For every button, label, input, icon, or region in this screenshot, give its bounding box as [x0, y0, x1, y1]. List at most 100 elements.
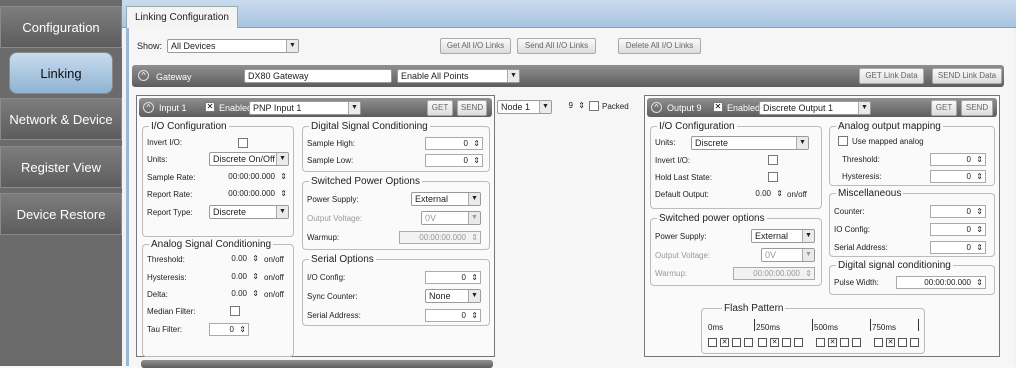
flash-slot[interactable]: [782, 338, 791, 347]
send-link-data-button[interactable]: SEND Link Data: [932, 68, 1002, 84]
hold-last-state-checkbox[interactable]: [768, 172, 778, 182]
median-filter-checkbox[interactable]: [230, 306, 240, 316]
flash-slot[interactable]: [840, 338, 849, 347]
output-type-select[interactable]: Discrete Output 1 ▼: [759, 101, 871, 115]
flash-slot[interactable]: [744, 338, 753, 347]
spinner-icon: ⇕: [471, 233, 478, 242]
get-all-links-button[interactable]: Get All I/O Links: [440, 38, 511, 54]
show-select[interactable]: All Devices ▼: [167, 39, 299, 53]
serial-io-config-spinner[interactable]: 0 ⇕: [425, 271, 481, 284]
output-enabled-label: Enabled: [727, 103, 761, 113]
send-all-links-button[interactable]: Send All I/O Links: [517, 38, 596, 54]
out-serial-address-spinner[interactable]: 0 ⇕: [930, 241, 986, 254]
delete-all-links-button[interactable]: Delete All I/O Links: [618, 38, 701, 54]
out-io-config-spinner[interactable]: 0 ⇕: [930, 223, 986, 236]
tau-filter-spinner[interactable]: 0 ⇕: [209, 323, 249, 336]
flash-slot[interactable]: [794, 338, 803, 347]
nav-linking-label: Linking: [40, 65, 82, 81]
threshold-unit: on/off: [264, 255, 284, 264]
get-link-data-button[interactable]: GET Link Data: [859, 68, 924, 84]
packed-checkbox[interactable]: [589, 101, 599, 111]
gateway-mode-select[interactable]: Enable All Points ▼: [397, 69, 520, 83]
delta-spinner[interactable]: 0.00 ⇕: [203, 288, 261, 301]
output-enabled-checkbox[interactable]: ✕: [713, 102, 723, 112]
nav-network-device[interactable]: Network & Device: [0, 98, 122, 140]
default-output-spinner[interactable]: 0.00 ⇕: [733, 188, 785, 201]
link-number-spinner[interactable]: 9 ⇕: [555, 100, 587, 113]
sample-rate-spinner[interactable]: 00:00:00.000 ⇕: [209, 171, 289, 184]
collapse-icon[interactable]: ^: [138, 70, 149, 81]
flash-slot[interactable]: ✕: [720, 338, 729, 347]
collapse-icon[interactable]: ^: [143, 102, 154, 113]
gateway-bar: ^ Gateway DX80 Gateway Enable All Points…: [132, 65, 1004, 87]
nav-configuration-label: Configuration: [22, 19, 100, 35]
flash-slot[interactable]: [732, 338, 741, 347]
flash-slot[interactable]: [708, 338, 717, 347]
node-value: Node 1: [501, 102, 531, 112]
miscellaneous-legend: Miscellaneous: [836, 188, 904, 199]
sample-rate-value: 00:00:00.000: [228, 172, 275, 181]
input-type-select[interactable]: PNP Input 1 ▼: [249, 101, 361, 115]
flash-slot[interactable]: [874, 338, 883, 347]
side-nav: Configuration Linking Network & Device R…: [0, 0, 122, 366]
out-hysteresis-spinner[interactable]: 0 ⇕: [930, 170, 986, 183]
out-output-voltage-select[interactable]: 0V ▼: [761, 248, 815, 262]
collapse-icon[interactable]: ^: [651, 102, 662, 113]
flash-slot[interactable]: [898, 338, 907, 347]
warmup-spinner[interactable]: 00:00:00.000 ⇕: [399, 231, 481, 244]
output-send-button[interactable]: SEND: [961, 100, 993, 116]
flash-slot[interactable]: [852, 338, 861, 347]
out-units-select[interactable]: Discrete ▼: [691, 136, 809, 150]
output-voltage-select[interactable]: 0V ▼: [421, 211, 481, 225]
nav-register-view[interactable]: Register View: [0, 146, 122, 188]
tab-linking-configuration[interactable]: Linking Configuration: [126, 6, 238, 29]
input-get-button[interactable]: GET: [427, 100, 453, 116]
input-panel: ^ Input 1 ✕ Enabled PNP Input 1 ▼ GET SEN…: [136, 95, 495, 357]
input-send-button[interactable]: SEND: [457, 100, 487, 116]
nav-configuration[interactable]: Configuration: [0, 6, 122, 48]
report-rate-spinner[interactable]: 00:00:00.000 ⇕: [209, 188, 289, 201]
sample-high-spinner[interactable]: 0 ⇕: [425, 137, 483, 150]
units-select[interactable]: Discrete On/Off ▼: [209, 152, 289, 166]
serial-address-spinner[interactable]: 0 ⇕: [425, 309, 481, 322]
counter-label: Counter:: [834, 207, 865, 216]
flash-pattern-fieldset: Flash Pattern 0ms 250ms 500ms 750ms ✕ ✕ …: [701, 303, 925, 354]
power-supply-select[interactable]: External ▼: [411, 192, 481, 206]
out-invert-checkbox[interactable]: [768, 155, 778, 165]
flash-tick: [918, 319, 919, 331]
flash-slot[interactable]: [758, 338, 767, 347]
flash-slot[interactable]: ✕: [828, 338, 837, 347]
flash-slot[interactable]: [910, 338, 919, 347]
out-threshold-spinner[interactable]: 0 ⇕: [930, 153, 986, 166]
output-get-button[interactable]: GET: [931, 100, 957, 116]
pulse-width-spinner[interactable]: 00:00:00.000 ⇕: [896, 276, 986, 289]
threshold-label: Threshold:: [147, 255, 185, 264]
median-filter-label: Median Filter:: [147, 307, 196, 316]
counter-spinner[interactable]: 0 ⇕: [930, 205, 986, 218]
input-enabled-checkbox[interactable]: ✕: [205, 102, 215, 112]
report-type-select[interactable]: Discrete ▼: [209, 205, 289, 219]
use-mapped-analog-checkbox[interactable]: [838, 136, 848, 146]
sample-low-spinner[interactable]: 0 ⇕: [425, 154, 483, 167]
flash-slot[interactable]: ✕: [770, 338, 779, 347]
analog-mapping-fieldset: Analog output mapping Use mapped analog …: [829, 121, 995, 186]
out-threshold-value: 0: [966, 155, 971, 164]
out-power-supply-select[interactable]: External ▼: [751, 229, 815, 243]
invert-io-checkbox[interactable]: [238, 138, 248, 148]
input-header: ^ Input 1 ✕ Enabled PNP Input 1 ▼ GET SEN…: [139, 98, 492, 117]
flash-slot[interactable]: [816, 338, 825, 347]
link-number-value: 9: [568, 101, 573, 110]
hysteresis-spinner[interactable]: 0.00 ⇕: [203, 271, 261, 284]
nav-linking[interactable]: Linking: [9, 52, 113, 94]
spinner-icon: ⇕: [239, 325, 246, 334]
flash-time-0: 0ms: [708, 323, 724, 332]
nav-device-restore[interactable]: Device Restore: [0, 193, 122, 235]
out-switched-power-fieldset: Switched power options Power Supply: Ext…: [650, 213, 822, 286]
flash-slot[interactable]: ✕: [886, 338, 895, 347]
node-select[interactable]: Node 1 ▼: [497, 100, 552, 114]
threshold-spinner[interactable]: 0.00 ⇕: [203, 253, 261, 266]
sync-counter-select[interactable]: None ▼: [425, 289, 481, 303]
out-warmup-spinner[interactable]: 00:00:00.000 ⇕: [733, 267, 815, 280]
switched-power-legend: Switched Power Options: [309, 176, 422, 187]
nav-register-view-label: Register View: [21, 159, 101, 175]
